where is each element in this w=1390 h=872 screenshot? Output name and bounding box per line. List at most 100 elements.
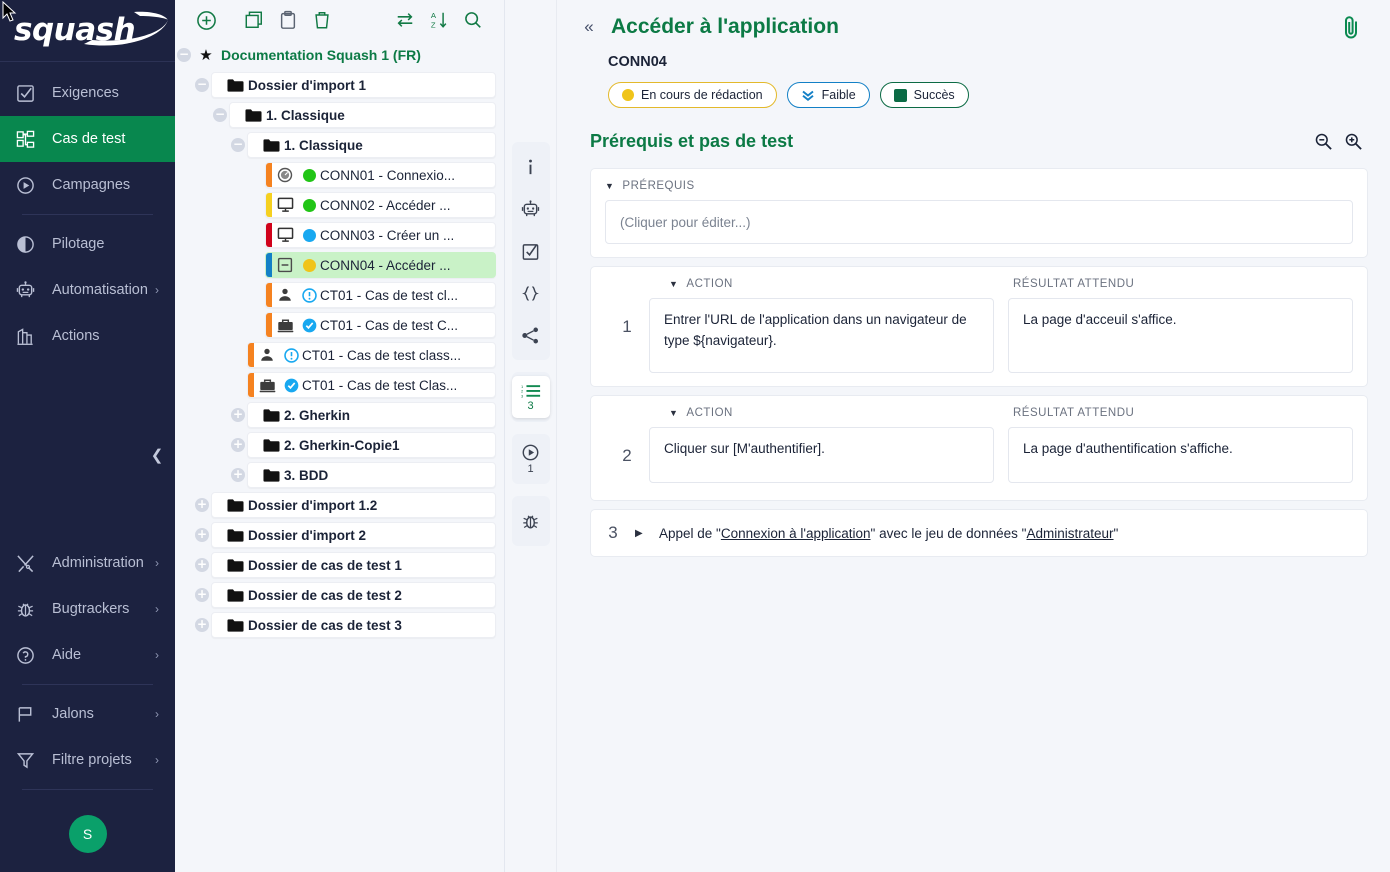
sort-az-icon[interactable]: AZ <box>422 5 456 35</box>
sidebar-item-campagnes[interactable]: Campagnes <box>0 162 175 208</box>
tree-node-card[interactable]: CONN03 - Créer un ... <box>265 222 496 248</box>
tree-node-card[interactable]: CT01 - Cas de test class... <box>247 342 496 368</box>
sidebar-item-actions[interactable]: Actions <box>0 313 175 359</box>
app-logo[interactable]: squash <box>0 0 175 62</box>
tree-node-toggle[interactable]: + <box>193 610 211 640</box>
called-test-case-link[interactable]: Connexion à l'application <box>721 526 871 541</box>
sidebar-item-exigences[interactable]: Exigences <box>0 70 175 116</box>
rail-links-button[interactable] <box>512 314 550 356</box>
paste-icon[interactable] <box>271 5 305 35</box>
sidebar-item-administration[interactable]: Administration › <box>0 540 175 586</box>
tree-node-card[interactable]: CONN04 - Accéder ... <box>265 252 496 278</box>
tree-test-case-node[interactable]: CT01 - Cas de test C... <box>175 310 504 340</box>
tree-node-card[interactable]: 2. Gherkin-Copie1 <box>247 432 496 458</box>
tree-folder-node[interactable]: −Dossier d'import 1 <box>175 70 504 100</box>
step-expected-field[interactable]: La page d'acceuil s'affice. <box>1008 298 1353 373</box>
tree-folder-node[interactable]: −1. Classique <box>175 130 504 160</box>
caret-right-icon[interactable]: ▶ <box>635 528 659 539</box>
tree-node-toggle[interactable]: + <box>193 520 211 550</box>
copy-icon[interactable] <box>237 5 271 35</box>
tree-node-card[interactable]: Dossier de cas de test 2 <box>211 582 496 608</box>
tree-node-toggle[interactable]: + <box>193 490 211 520</box>
tree-node-toggle[interactable]: − <box>229 130 247 160</box>
step-expected-field[interactable]: La page d'authentification s'affiche. <box>1008 427 1353 483</box>
sidebar-item-aide[interactable]: Aide › <box>0 632 175 678</box>
step-number: 2 <box>605 407 649 487</box>
tree-node-toggle[interactable]: + <box>229 460 247 490</box>
step-action-field[interactable]: Cliquer sur [M'authentifier]. <box>649 427 994 483</box>
tree-test-case-node[interactable]: CT01 - Cas de test Clas... <box>175 370 504 400</box>
tree-folder-node[interactable]: +Dossier de cas de test 2 <box>175 580 504 610</box>
caret-down-icon[interactable]: ▼ <box>669 279 678 289</box>
zoom-out-button[interactable] <box>1308 126 1338 156</box>
add-icon[interactable] <box>189 5 223 35</box>
tree-test-case-node[interactable]: CT01 - Cas de test cl... <box>175 280 504 310</box>
step-action-field[interactable]: Entrer l'URL de l'application dans un na… <box>649 298 994 373</box>
called-dataset-link[interactable]: Administrateur <box>1026 526 1113 541</box>
move-icon[interactable] <box>388 5 422 35</box>
tree-node-card[interactable]: Dossier de cas de test 1 <box>211 552 496 578</box>
tree-node-card[interactable]: Dossier de cas de test 3 <box>211 612 496 638</box>
tree-folder-node[interactable]: +2. Gherkin-Copie1 <box>175 430 504 460</box>
rail-parameters-button[interactable] <box>512 272 550 314</box>
rail-automation-button[interactable] <box>512 188 550 230</box>
tree-node-card[interactable]: CT01 - Cas de test Clas... <box>247 372 496 398</box>
sidebar-item-bugtrackers[interactable]: Bugtrackers › <box>0 586 175 632</box>
sidebar-item-filtre-projets[interactable]: Filtre projets › <box>0 737 175 783</box>
rail-steps-button[interactable]: 123 3 <box>512 376 550 418</box>
rail-bugs-button[interactable] <box>512 500 550 542</box>
tree-folder-node[interactable]: +Dossier d'import 1.2 <box>175 490 504 520</box>
tree-node-card[interactable]: Dossier d'import 2 <box>211 522 496 548</box>
rail-info-button[interactable] <box>512 146 550 188</box>
tree-node-card[interactable]: 1. Classique <box>247 132 496 158</box>
tree-node-card[interactable]: CT01 - Cas de test cl... <box>265 282 496 308</box>
tree-test-case-node[interactable]: CONN01 - Connexio... <box>175 160 504 190</box>
sidebar-item-pilotage[interactable]: Pilotage <box>0 221 175 267</box>
tree-node-card[interactable]: CONN02 - Accéder ... <box>265 192 496 218</box>
rail-executions-button[interactable]: 1 <box>512 438 550 480</box>
search-icon[interactable] <box>456 5 490 35</box>
tree-root-toggle[interactable]: − <box>175 40 193 70</box>
tree-node-toggle[interactable]: − <box>211 100 229 130</box>
sidebar-item-jalons[interactable]: Jalons › <box>0 691 175 737</box>
tree-folder-node[interactable]: +2. Gherkin <box>175 400 504 430</box>
sidebar-item-cas-de-test[interactable]: Cas de test <box>0 116 175 162</box>
avatar[interactable]: S <box>69 815 107 853</box>
tree-test-case-node[interactable]: CONN02 - Accéder ... <box>175 190 504 220</box>
tree-node-toggle[interactable]: + <box>229 430 247 460</box>
tree-node-card[interactable]: 1. Classique <box>229 102 496 128</box>
tree-test-case-node[interactable]: CONN04 - Accéder ... <box>175 250 504 280</box>
tree-node-toggle[interactable]: + <box>229 400 247 430</box>
tree-folder-node[interactable]: +Dossier d'import 2 <box>175 520 504 550</box>
caret-down-icon[interactable]: ▼ <box>605 181 614 191</box>
tree-node-card[interactable]: Dossier d'import 1 <box>211 72 496 98</box>
tree-folder-node[interactable]: +Dossier de cas de test 1 <box>175 550 504 580</box>
tree-folder-node[interactable]: −1. Classique <box>175 100 504 130</box>
tree-folder-node[interactable]: +3. BDD <box>175 460 504 490</box>
status-badge[interactable]: En cours de rédaction <box>608 82 777 108</box>
panel-collapse-button[interactable]: « <box>575 13 603 41</box>
priority-badge[interactable]: Faible <box>787 82 870 108</box>
tree-folder-node[interactable]: +Dossier de cas de test 3 <box>175 610 504 640</box>
tree-node-card[interactable]: 2. Gherkin <box>247 402 496 428</box>
attachment-button[interactable] <box>1334 10 1368 44</box>
prerequisite-input[interactable]: (Cliquer pour éditer...) <box>605 200 1353 244</box>
zoom-in-button[interactable] <box>1338 126 1368 156</box>
rail-requirements-button[interactable] <box>512 230 550 272</box>
tree-node-toggle[interactable]: + <box>193 550 211 580</box>
tree-node-status-icon <box>298 229 320 242</box>
tree-test-case-node[interactable]: CONN03 - Créer un ... <box>175 220 504 250</box>
tree-node-card[interactable]: CONN01 - Connexio... <box>265 162 496 188</box>
tree-root-label[interactable]: Documentation Squash 1 (FR) <box>221 47 421 63</box>
caret-down-icon[interactable]: ▼ <box>669 408 678 418</box>
tree-node-card[interactable]: Dossier d'import 1.2 <box>211 492 496 518</box>
tree-node-toggle[interactable]: − <box>193 70 211 100</box>
sidebar-collapse-button[interactable]: ❮ <box>145 440 169 470</box>
sidebar-item-automatisation[interactable]: Automatisation › <box>0 267 175 313</box>
tree-node-card[interactable]: CT01 - Cas de test C... <box>265 312 496 338</box>
tree-node-card[interactable]: 3. BDD <box>247 462 496 488</box>
result-badge[interactable]: Succès <box>880 82 969 108</box>
tree-test-case-node[interactable]: CT01 - Cas de test class... <box>175 340 504 370</box>
tree-node-toggle[interactable]: + <box>193 580 211 610</box>
delete-icon[interactable] <box>305 5 339 35</box>
